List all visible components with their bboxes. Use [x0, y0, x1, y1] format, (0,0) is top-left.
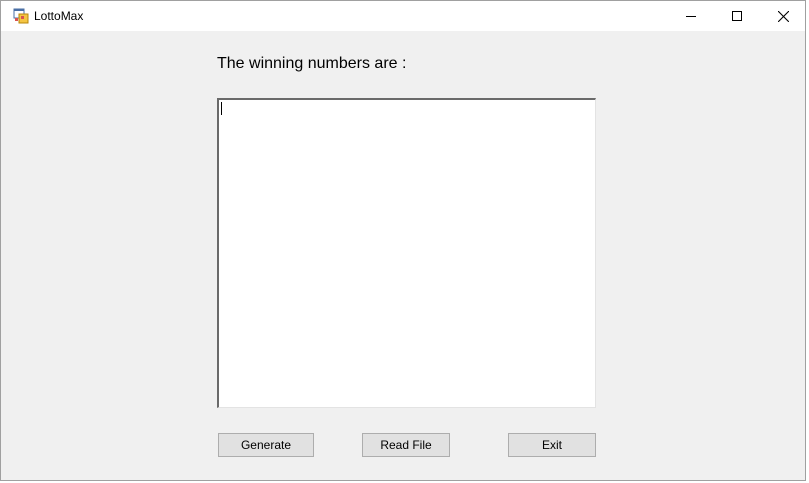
- winning-numbers-output[interactable]: [217, 98, 596, 408]
- winning-numbers-label: The winning numbers are :: [217, 55, 407, 72]
- maximize-icon: [732, 11, 742, 21]
- exit-button[interactable]: Exit: [508, 433, 596, 457]
- minimize-button[interactable]: [668, 1, 714, 31]
- app-form-icon: [13, 8, 29, 24]
- close-icon: [777, 10, 789, 22]
- window-title: LottoMax: [34, 9, 84, 23]
- generate-button[interactable]: Generate: [218, 433, 314, 457]
- text-caret: [221, 102, 222, 115]
- lottomax-window: LottoMax The winning numbers are : Gener…: [0, 0, 806, 481]
- maximize-button[interactable]: [714, 1, 760, 31]
- minimize-icon: [686, 11, 696, 21]
- read-file-button[interactable]: Read File: [362, 433, 450, 457]
- close-button[interactable]: [760, 1, 806, 31]
- title-bar[interactable]: LottoMax: [1, 1, 805, 31]
